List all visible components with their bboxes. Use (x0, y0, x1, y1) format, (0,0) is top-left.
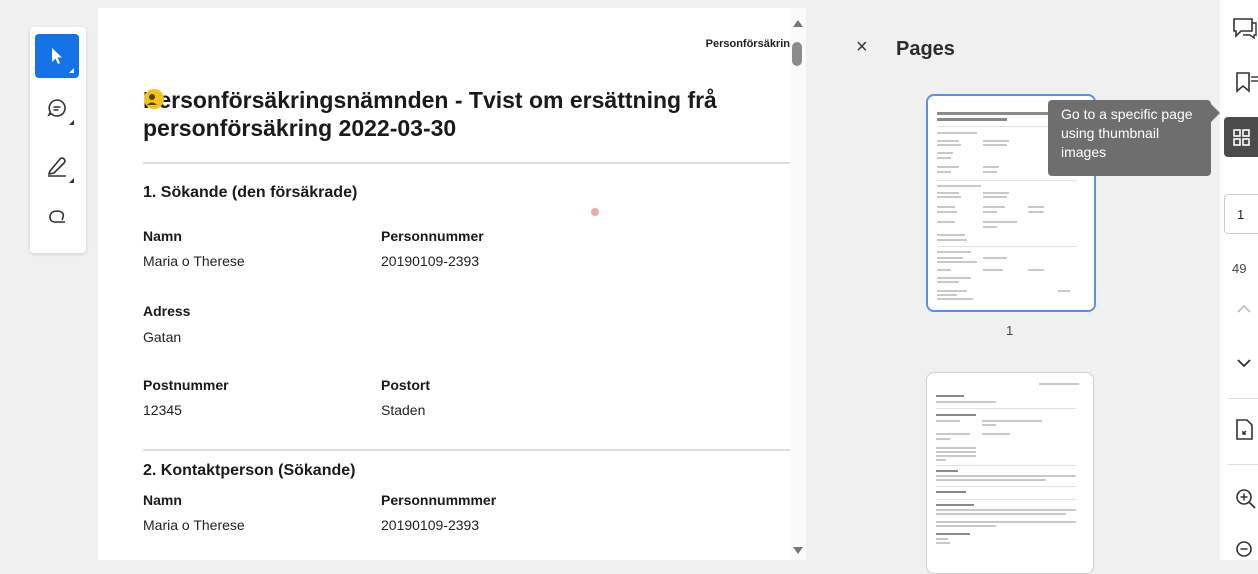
chevron-down-icon[interactable] (1236, 357, 1252, 369)
document-title: Personförsäkringsnämnden - Tvist om ersä… (143, 86, 790, 142)
field-value-personnummer: 20190109-2393 (381, 253, 480, 269)
scroll-up-arrow-icon[interactable] (793, 20, 803, 27)
document-title-line2: personförsäkring 2022-03-30 (143, 115, 457, 141)
document-running-header: Personförsäkrin (705, 38, 790, 50)
cursor-arrow-icon (52, 48, 62, 64)
lasso-tool-button[interactable] (35, 195, 79, 239)
page-thumbnail-2[interactable] (926, 372, 1094, 574)
document-scrollbar[interactable] (790, 8, 806, 560)
tooltip-pointer (1211, 104, 1220, 122)
comment-tool-button[interactable] (35, 86, 79, 130)
thumbnail-label-1: 1 (1006, 323, 1014, 338)
close-panel-button[interactable]: × (856, 36, 868, 59)
section-1-heading: 1. Sökande (den försäkrade) (143, 184, 358, 201)
field-label-personnummer-2: Personnummmer (381, 492, 497, 508)
divider (143, 162, 790, 164)
page-number-input[interactable]: 1 (1224, 194, 1258, 234)
pencil-icon (47, 157, 66, 177)
grid-icon (1233, 129, 1250, 146)
thumbnail-tooltip: Go to a specific page using thumbnail im… (1048, 100, 1211, 176)
rail-divider (1228, 398, 1258, 399)
comments-icon[interactable] (1232, 16, 1258, 40)
section-2-heading: 2. Kontaktperson (Sökande) (143, 462, 356, 479)
rail-divider (1228, 464, 1258, 465)
field-value-postnummer: 12345 (143, 402, 182, 418)
select-tool-button[interactable] (35, 34, 79, 78)
field-value-postort: Staden (381, 402, 426, 418)
bookmark-icon[interactable] (1234, 70, 1258, 94)
cursor-dot (591, 208, 599, 216)
pages-panel-toggle[interactable] (1224, 117, 1258, 157)
comment-icon (47, 99, 66, 117)
field-label-namn: Namn (143, 228, 182, 244)
field-label-adress: Adress (143, 303, 191, 319)
scroll-down-arrow-icon[interactable] (793, 547, 803, 554)
field-label-namn-2: Namn (143, 492, 182, 508)
tool-strip (30, 27, 86, 253)
scroll-thumb[interactable] (792, 42, 802, 66)
draw-tool-button[interactable] (35, 144, 79, 188)
tool-expand-corner (69, 68, 74, 73)
zoom-in-icon[interactable] (1235, 488, 1258, 512)
field-value-namn: Maria o Therese (143, 253, 245, 269)
panel-title: Pages (896, 38, 955, 60)
field-value-namn-2: Maria o Therese (143, 517, 245, 533)
zoom-out-icon[interactable] (1235, 540, 1258, 560)
divider (143, 449, 790, 451)
current-page-value: 1 (1237, 207, 1245, 222)
field-label-personnummer: Personnummer (381, 228, 484, 244)
field-value-personnummer-2: 20190109-2393 (381, 517, 480, 533)
annotation-avatar-icon[interactable] (143, 88, 165, 110)
total-pages: 49 (1232, 261, 1247, 276)
chevron-up-icon[interactable] (1236, 303, 1252, 315)
field-value-adress: Gatan (143, 329, 182, 345)
pages-panel: × Pages 1 (840, 8, 1200, 574)
tool-expand-corner (69, 120, 74, 125)
page-extract-icon[interactable] (1235, 418, 1257, 442)
right-rail: 1 49 (1220, 0, 1258, 560)
field-label-postnummer: Postnummer (143, 377, 229, 393)
field-label-postort: Postort (381, 377, 430, 393)
document-title-line1: Personförsäkringsnämnden - Tvist om ersä… (143, 87, 717, 113)
tool-expand-corner (69, 178, 74, 183)
lasso-icon (49, 210, 65, 223)
document-page: Personförsäkrin Personförsäkringsnämnden… (98, 8, 790, 560)
